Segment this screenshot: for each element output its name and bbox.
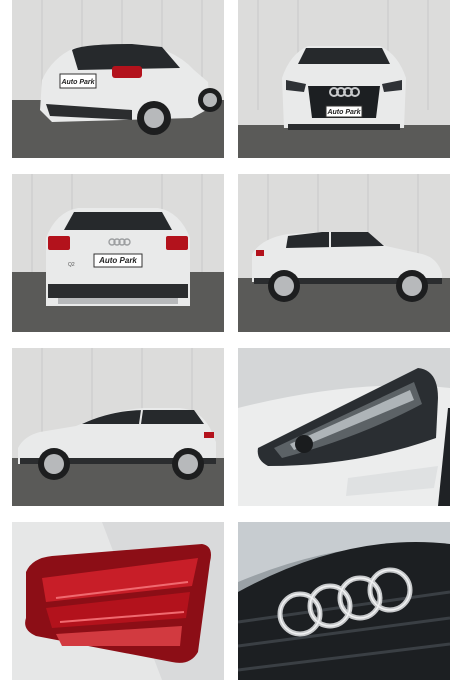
photo-taillight-detail[interactable] <box>12 522 224 680</box>
grille-rings-detail-image <box>238 522 450 680</box>
car-side-left-image <box>12 348 224 506</box>
headlight-detail-image <box>238 348 450 506</box>
car-side-right-image <box>238 174 450 332</box>
taillight-detail-image <box>12 522 224 680</box>
car-rear-three-quarter-image: Auto Park <box>12 0 224 158</box>
photo-rear[interactable]: Q2 Auto Park <box>12 174 224 332</box>
car-front-image: Auto Park <box>238 0 450 158</box>
photo-headlight-detail[interactable] <box>238 348 450 506</box>
car-rear-image: Q2 Auto Park <box>12 174 224 332</box>
photo-grid: Auto Park Auto Park Q2 Auto Park <box>12 0 450 680</box>
model-badge: Q2 <box>68 262 75 268</box>
license-plate: Auto Park <box>326 109 361 116</box>
photo-side-right[interactable] <box>238 174 450 332</box>
photo-grille-rings-detail[interactable] <box>238 522 450 680</box>
photo-side-left[interactable] <box>12 348 224 506</box>
photo-rear-three-quarter[interactable]: Auto Park <box>12 0 224 158</box>
photo-front[interactable]: Auto Park <box>238 0 450 158</box>
license-plate: Auto Park <box>98 256 137 265</box>
license-plate: Auto Park <box>60 79 95 86</box>
